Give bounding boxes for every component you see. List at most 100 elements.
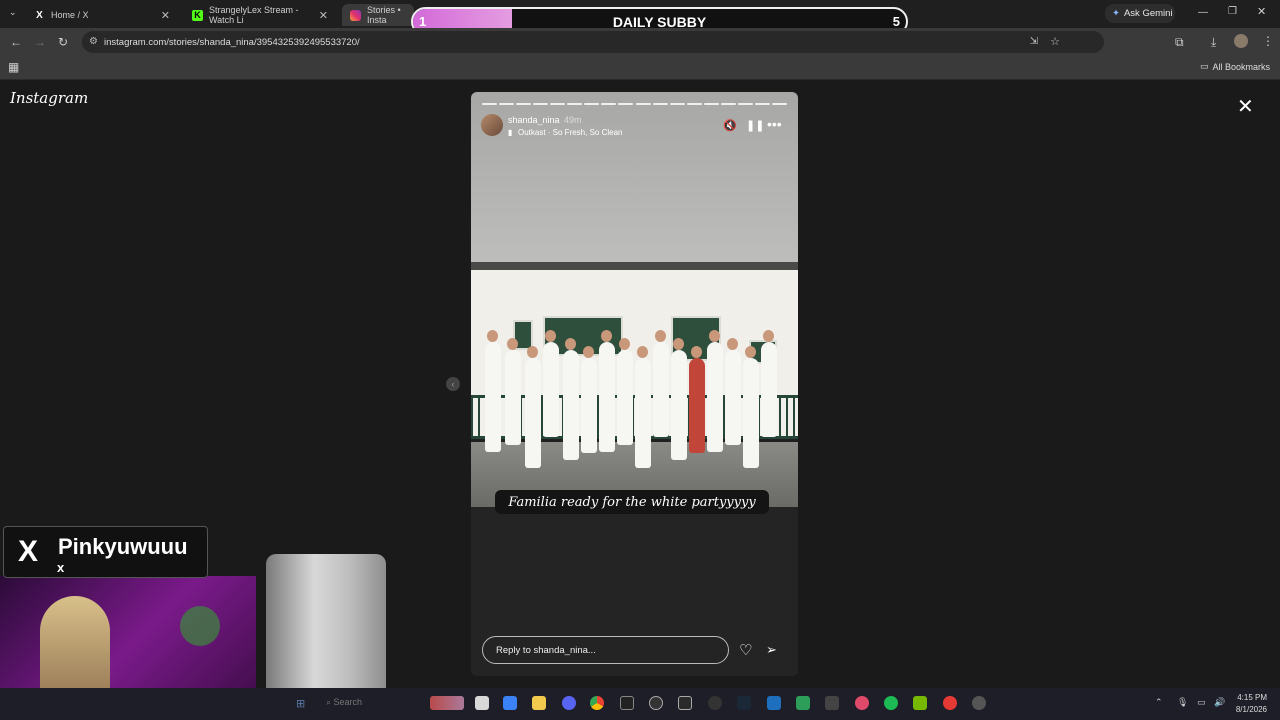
app-icon[interactable]: [943, 696, 957, 710]
app-icon[interactable]: [796, 696, 810, 710]
story-time: 49m: [564, 115, 582, 125]
person-figure: [635, 358, 651, 468]
reply-input[interactable]: Reply to shanda_nina...: [482, 636, 729, 664]
nvidia-icon[interactable]: [913, 696, 927, 710]
person-figure: [671, 350, 687, 460]
ask-gemini-label: Ask Gemini: [1123, 8, 1173, 19]
person-head: [487, 330, 498, 342]
install-app-icon[interactable]: ⇲: [1030, 36, 1038, 47]
previous-story-icon[interactable]: ‹: [446, 377, 460, 391]
spotify-icon[interactable]: [884, 696, 898, 710]
mute-icon[interactable]: 🔇: [723, 119, 737, 132]
steam-icon[interactable]: [737, 696, 751, 710]
x-follow-badge: X Pinkyuwuuu x: [3, 526, 208, 578]
story-username[interactable]: shanda_nina: [508, 115, 560, 125]
volume-icon[interactable]: 🔊: [1214, 697, 1225, 708]
progress-segment: [618, 103, 634, 105]
person-figure: [563, 350, 579, 460]
clock-date[interactable]: 8/1/2026: [1233, 705, 1267, 714]
story-roof: [471, 262, 798, 270]
progress-segment: [737, 103, 753, 105]
person-figure: [485, 342, 501, 452]
chrome-icon[interactable]: [590, 696, 604, 710]
app-icon[interactable]: [825, 696, 839, 710]
obs-icon[interactable]: [649, 696, 663, 710]
app-icon[interactable]: [855, 696, 869, 710]
extensions-icon[interactable]: ⧉: [1175, 36, 1184, 48]
person-figure: [707, 342, 723, 452]
reload-icon[interactable]: ↻: [58, 36, 68, 48]
file-explorer-icon[interactable]: [532, 696, 546, 710]
menu-kebab-icon[interactable]: ⋮: [1262, 35, 1274, 47]
tab-search-icon[interactable]: ⌄: [9, 8, 17, 17]
person-figure: [725, 350, 741, 445]
story-music[interactable]: Outkast · So Fresh, So Clean: [518, 128, 623, 137]
instagram-logo[interactable]: Instagram: [10, 89, 88, 107]
close-tab-icon[interactable]: ✕: [161, 9, 170, 22]
progress-segment: [584, 103, 600, 105]
person-head: [745, 346, 756, 358]
minimize-icon[interactable]: —: [1198, 8, 1208, 18]
progress-segment: [516, 103, 532, 105]
forward-icon[interactable]: →: [34, 36, 46, 48]
profile-avatar[interactable]: [1234, 34, 1248, 48]
story-caption: Familia ready for the white partyyyyy: [495, 490, 769, 514]
site-info-icon[interactable]: ⚙: [89, 36, 98, 47]
close-tab-icon[interactable]: ✕: [319, 9, 328, 22]
all-bookmarks-label: All Bookmarks: [1212, 61, 1270, 72]
taskbar-search[interactable]: ⌕ Search: [326, 697, 362, 708]
ask-gemini-button[interactable]: ✦ Ask Gemini: [1105, 4, 1175, 23]
tab-kick-stream[interactable]: K StrangelyLex Stream - Watch Li ✕: [184, 4, 336, 26]
person-head: [763, 330, 774, 342]
clock-time[interactable]: 4:15 PM: [1233, 693, 1267, 702]
all-bookmarks-button[interactable]: ▭ All Bookmarks: [1200, 61, 1270, 72]
reply-placeholder: Reply to shanda_nina...: [496, 644, 596, 656]
folder-icon: ▭: [1199, 61, 1209, 71]
back-icon[interactable]: ←: [10, 36, 22, 48]
tab-home-x[interactable]: X Home / X ✕: [26, 4, 178, 26]
background-light: [180, 606, 220, 646]
discord-icon[interactable]: [562, 696, 576, 710]
person-figure: [525, 358, 541, 468]
person-figure: [599, 342, 615, 452]
person-head: [673, 338, 684, 350]
microphone-icon[interactable]: 🎙: [1177, 697, 1188, 708]
taskbar-app-icon[interactable]: [475, 696, 489, 710]
tab-instagram[interactable]: Stories • Insta: [342, 4, 414, 26]
bookmark-star-icon[interactable]: ☆: [1050, 35, 1060, 48]
person-figure: [689, 358, 705, 453]
person-head: [709, 330, 720, 342]
pause-icon[interactable]: ❚❚: [746, 119, 764, 132]
close-window-icon[interactable]: ✕: [1257, 7, 1266, 18]
progress-segment: [703, 103, 719, 105]
instagram-favicon-icon: [350, 9, 361, 21]
epic-games-icon[interactable]: [678, 696, 692, 710]
person-head: [637, 346, 648, 358]
progress-segment: [482, 103, 498, 105]
taskbar-search-placeholder: Search: [333, 697, 363, 707]
downloads-icon[interactable]: ⤓: [1211, 36, 1216, 48]
network-icon[interactable]: ▭: [1197, 697, 1206, 708]
restore-icon[interactable]: ❐: [1228, 7, 1237, 17]
taskbar-app-icon[interactable]: [430, 696, 464, 710]
person-head: [527, 346, 538, 358]
more-options-icon[interactable]: •••: [767, 116, 782, 132]
capcut-icon[interactable]: [620, 696, 634, 710]
close-story-icon[interactable]: ✕: [1237, 94, 1254, 119]
address-bar[interactable]: ⚙ instagram.com/stories/shanda_nina/3954…: [82, 31, 1104, 53]
media-player-icon[interactable]: [972, 696, 986, 710]
start-icon[interactable]: ⊞: [296, 697, 305, 710]
person-figure: [653, 342, 669, 437]
progress-segment: [601, 103, 617, 105]
person-head: [565, 338, 576, 350]
story-viewer[interactable]: shanda_nina 49m ▮ Outkast · So Fresh, So…: [471, 92, 798, 676]
send-share-icon[interactable]: ➢: [766, 642, 777, 658]
apps-grid-icon[interactable]: ▦: [8, 61, 19, 73]
tray-chevron-icon[interactable]: ⌃: [1155, 697, 1163, 708]
app-icon[interactable]: [767, 696, 781, 710]
app-icon[interactable]: [708, 696, 722, 710]
like-heart-icon[interactable]: ♡: [739, 641, 752, 659]
person-head: [691, 346, 702, 358]
copilot-icon[interactable]: [503, 696, 517, 710]
story-avatar[interactable]: [481, 114, 503, 136]
